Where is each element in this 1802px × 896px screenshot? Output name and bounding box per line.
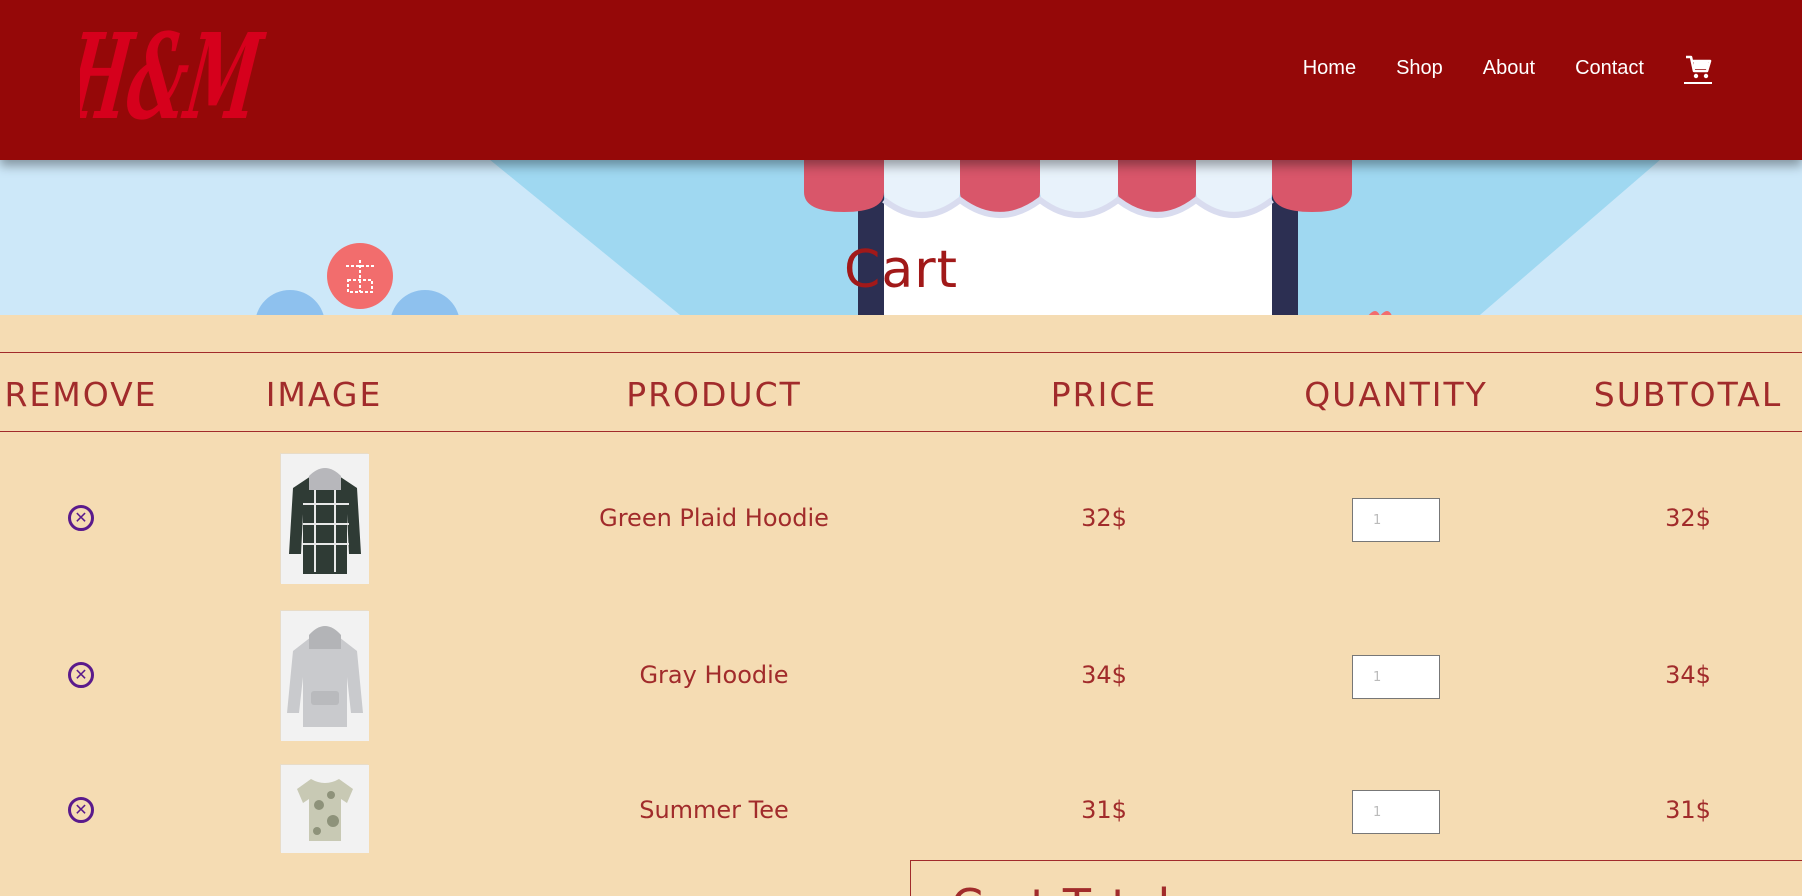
close-icon: ✕ xyxy=(74,800,88,819)
nav-shop[interactable]: Shop xyxy=(1396,57,1443,80)
remove-item-button[interactable]: ✕ xyxy=(68,662,94,688)
hero-banner: Cart xyxy=(0,160,1802,315)
header-subtotal: SUBTOTAL xyxy=(1593,375,1783,414)
header-price: PRICE xyxy=(1050,375,1158,414)
cart-totals-title: Cart Totals xyxy=(951,879,1194,896)
quantity-input[interactable] xyxy=(1352,655,1440,699)
remove-item-button[interactable]: ✕ xyxy=(68,505,94,531)
cart-link[interactable] xyxy=(1684,52,1712,84)
cart-icon xyxy=(1686,55,1712,79)
nav-contact[interactable]: Contact xyxy=(1575,57,1644,80)
close-icon: ✕ xyxy=(74,665,88,684)
logo-text: H&M xyxy=(80,8,271,140)
summer-tee-image xyxy=(281,765,369,853)
product-price: 31$ xyxy=(1081,796,1127,824)
quantity-input[interactable] xyxy=(1352,498,1440,542)
remove-item-button[interactable]: ✕ xyxy=(68,797,94,823)
gray-hoodie-image xyxy=(281,611,369,741)
header-remove: REMOVE xyxy=(4,375,158,414)
product-subtotal: 31$ xyxy=(1665,796,1711,824)
header-product: PRODUCT xyxy=(626,375,802,414)
product-subtotal: 32$ xyxy=(1665,504,1711,532)
close-icon: ✕ xyxy=(74,508,88,527)
product-price: 32$ xyxy=(1081,504,1127,532)
header-quantity: QUANTITY xyxy=(1304,375,1488,414)
product-name[interactable]: Summer Tee xyxy=(639,796,789,824)
page-title: Cart xyxy=(844,240,958,300)
site-header: H&M Home Shop About Contact xyxy=(0,0,1802,160)
product-subtotal: 34$ xyxy=(1665,661,1711,689)
green-plaid-hoodie-image xyxy=(281,454,369,584)
main-nav: Home Shop About Contact xyxy=(1303,52,1712,84)
product-name[interactable]: Green Plaid Hoodie xyxy=(599,504,829,532)
header-image: IMAGE xyxy=(265,375,383,414)
product-image[interactable] xyxy=(280,610,369,741)
hm-logo[interactable]: H&M xyxy=(80,0,280,140)
cart-table-header: REMOVE IMAGE PRODUCT PRICE QUANTITY SUBT… xyxy=(0,352,1802,432)
product-image[interactable] xyxy=(280,764,369,853)
product-name[interactable]: Gray Hoodie xyxy=(639,661,788,689)
product-price: 34$ xyxy=(1081,661,1127,689)
cart-totals-box: Cart Totals xyxy=(910,860,1802,896)
nav-home[interactable]: Home xyxy=(1303,57,1356,80)
nav-about[interactable]: About xyxy=(1483,57,1535,80)
product-image[interactable] xyxy=(280,453,369,584)
quantity-input[interactable] xyxy=(1352,790,1440,834)
